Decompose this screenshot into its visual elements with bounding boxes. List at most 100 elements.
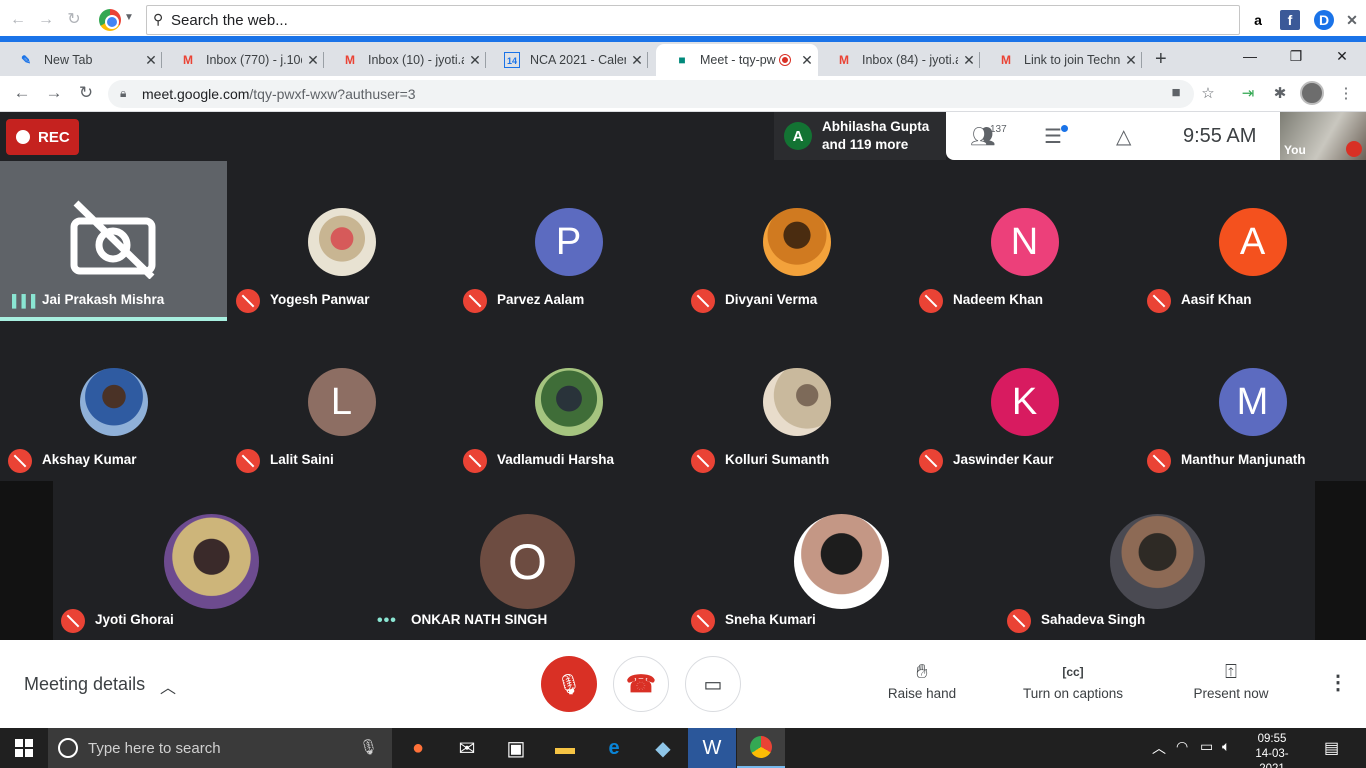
tab-close-icon[interactable]: ✕ (626, 52, 648, 69)
star-icon[interactable]: ☆ (1198, 84, 1218, 102)
new-tab-button[interactable]: + (1155, 48, 1167, 71)
tab-close-icon[interactable]: ✕ (796, 52, 818, 69)
recording-badge[interactable]: REC (6, 119, 79, 155)
participant-tile[interactable]: Vadlamudi Harsha (455, 321, 682, 481)
meeting-details-button[interactable]: Meeting details (24, 674, 145, 695)
forward-icon[interactable]: → (44, 83, 64, 103)
back-icon[interactable]: ← (8, 10, 28, 30)
tab-close-icon[interactable]: ✕ (302, 52, 324, 69)
self-label: You (1284, 143, 1306, 157)
amazon-icon[interactable]: a (1248, 10, 1268, 30)
store-icon[interactable]: ▣ (492, 728, 540, 768)
present-now-button[interactable]: ⍐ Present now (1188, 658, 1274, 701)
restore-icon[interactable]: ❐ (1286, 48, 1306, 65)
participant-tile[interactable]: Divyani Verma (683, 161, 910, 321)
back-icon[interactable]: ← (12, 83, 32, 103)
start-button[interactable] (0, 728, 48, 768)
more-options-icon[interactable]: ⋮ (1328, 670, 1348, 695)
close-icon[interactable]: ✕ (1342, 10, 1362, 30)
chrome-logo-icon[interactable] (99, 9, 121, 31)
mail-icon[interactable]: ✉ (443, 728, 491, 768)
participant-tile[interactable]: M Manthur Manjunath (1139, 321, 1366, 481)
tab-close-icon[interactable]: ✕ (958, 52, 980, 69)
activities-icon[interactable]: △ (1116, 124, 1131, 149)
participant-tile[interactable]: Akshay Kumar (0, 321, 227, 481)
camera-toggle-button[interactable]: ▭ (685, 656, 741, 712)
participant-tile[interactable]: P Parvez Aalam (455, 161, 682, 321)
chevron-up-icon[interactable]: ︿ (1152, 738, 1166, 758)
edge-icon[interactable]: e (590, 728, 638, 768)
participant-tile[interactable]: N Nadeem Khan (911, 161, 1138, 321)
microphone-icon[interactable]: 🎙︎ (359, 738, 378, 756)
notifications-icon[interactable]: ▤ (1324, 738, 1339, 758)
participant-name: Lalit Saini (270, 452, 334, 467)
recording-icon (780, 55, 790, 65)
tab-close-icon[interactable]: ✕ (140, 52, 162, 69)
tab-link-to-join[interactable]: M Link to join Techni ✕ (980, 44, 1142, 76)
web-search-box[interactable]: ⚲ (146, 5, 1240, 35)
wifi-icon[interactable]: ◠ (1176, 738, 1188, 755)
app-icon[interactable]: ◆ (639, 728, 687, 768)
tab-meet[interactable]: ■ Meet - tqy-pw ✕ (656, 44, 818, 76)
menu-icon[interactable]: ⋮ (1336, 84, 1356, 102)
reload-icon[interactable]: ↻ (76, 83, 96, 103)
participant-tile[interactable]: L Lalit Saini (228, 321, 455, 481)
url-text: meet.google.com/tqy-pwxf-wxw?authuser=3 (142, 86, 416, 102)
participant-tile[interactable]: Yogesh Panwar (228, 161, 455, 321)
minimize-icon[interactable]: — (1240, 48, 1260, 64)
tab-close-icon[interactable]: ✕ (464, 52, 486, 69)
participant-tile[interactable]: Kolluri Sumanth (683, 321, 910, 481)
presenter-chip[interactable]: A Abhilasha Gupta and 119 more (774, 112, 946, 160)
participant-tile[interactable]: Jyoti Ghorai (53, 481, 369, 640)
profile-d-icon[interactable]: D (1314, 10, 1334, 30)
mic-off-icon (1147, 449, 1171, 473)
tab-calendar[interactable]: 14 NCA 2021 - Calen ✕ (486, 44, 648, 76)
url-field[interactable]: 🔒︎ meet.google.com/tqy-pwxf-wxw?authuser… (108, 80, 1194, 108)
tab-inbox-10[interactable]: M Inbox (10) - jyoti.a ✕ (324, 44, 486, 76)
participant-tile[interactable]: Sneha Kumari (683, 481, 999, 640)
chevron-up-icon[interactable]: ︿ (160, 674, 176, 698)
tab-title: Meet - tqy-pw (700, 53, 776, 67)
participant-tile[interactable]: A Aasif Khan (1139, 161, 1366, 321)
chrome-icon[interactable] (737, 728, 785, 768)
lock-icon[interactable]: 🔒︎ (120, 86, 126, 101)
facebook-icon[interactable]: f (1280, 10, 1300, 30)
sync-icon[interactable]: ⇥ (1238, 84, 1258, 102)
volume-icon[interactable]: 🔈︎ (1222, 738, 1230, 755)
taskbar-clock[interactable]: 09:55 14-03-2021 (1244, 732, 1300, 768)
mic-off-icon (691, 609, 715, 633)
participant-tile[interactable]: ▌▌▌ Jai Prakash Mishra (0, 161, 227, 321)
launcher-bar: ← → ↻ ▼ ⚲ a f D ✕ (0, 0, 1366, 40)
word-icon[interactable]: W (688, 728, 736, 768)
participant-tile[interactable]: O ••• ONKAR NATH SINGH (369, 481, 685, 640)
chat-icon[interactable]: ☰ (1044, 124, 1062, 149)
web-search-input[interactable] (171, 8, 1231, 32)
participant-tile[interactable]: Sahadeva Singh (999, 481, 1315, 640)
tab-title: Inbox (770) - j.10d (206, 53, 302, 67)
mic-toggle-button[interactable]: 🎙︎ (541, 656, 597, 712)
tab-close-icon[interactable]: ✕ (1120, 52, 1142, 69)
window-close-icon[interactable]: ✕ (1332, 48, 1352, 65)
extensions-icon[interactable]: ✱ (1270, 84, 1290, 102)
forward-icon[interactable]: → (36, 10, 56, 30)
avatar[interactable] (1300, 81, 1324, 105)
self-view-tile[interactable]: You (1280, 112, 1366, 160)
tab-new-tab[interactable]: ✎ New Tab ✕ (0, 44, 162, 76)
captions-button[interactable]: [cc] Turn on captions (1016, 658, 1130, 701)
tab-inbox-770[interactable]: M Inbox (770) - j.10d ✕ (162, 44, 324, 76)
raise-hand-button[interactable]: ✋︎ Raise hand (886, 658, 958, 701)
captions-label: Turn on captions (1022, 686, 1124, 701)
camera-icon[interactable]: ■ (1166, 84, 1186, 101)
taskbar-search[interactable]: 🎙︎ (48, 728, 392, 768)
file-explorer-icon[interactable]: ▬ (541, 728, 589, 768)
chevron-down-icon[interactable]: ▼ (124, 12, 134, 23)
battery-icon[interactable]: ▭ (1200, 738, 1213, 755)
taskbar-search-input[interactable] (88, 736, 358, 760)
present-icon: ⍐ (1225, 661, 1237, 683)
firefox-icon[interactable]: ● (394, 728, 442, 768)
leave-call-button[interactable]: ☎︎ (613, 656, 669, 712)
avatar (79, 368, 148, 436)
tab-inbox-84[interactable]: M Inbox (84) - jyoti.a ✕ (818, 44, 980, 76)
reload-icon[interactable]: ↻ (64, 10, 84, 30)
participant-tile[interactable]: K Jaswinder Kaur (911, 321, 1138, 481)
